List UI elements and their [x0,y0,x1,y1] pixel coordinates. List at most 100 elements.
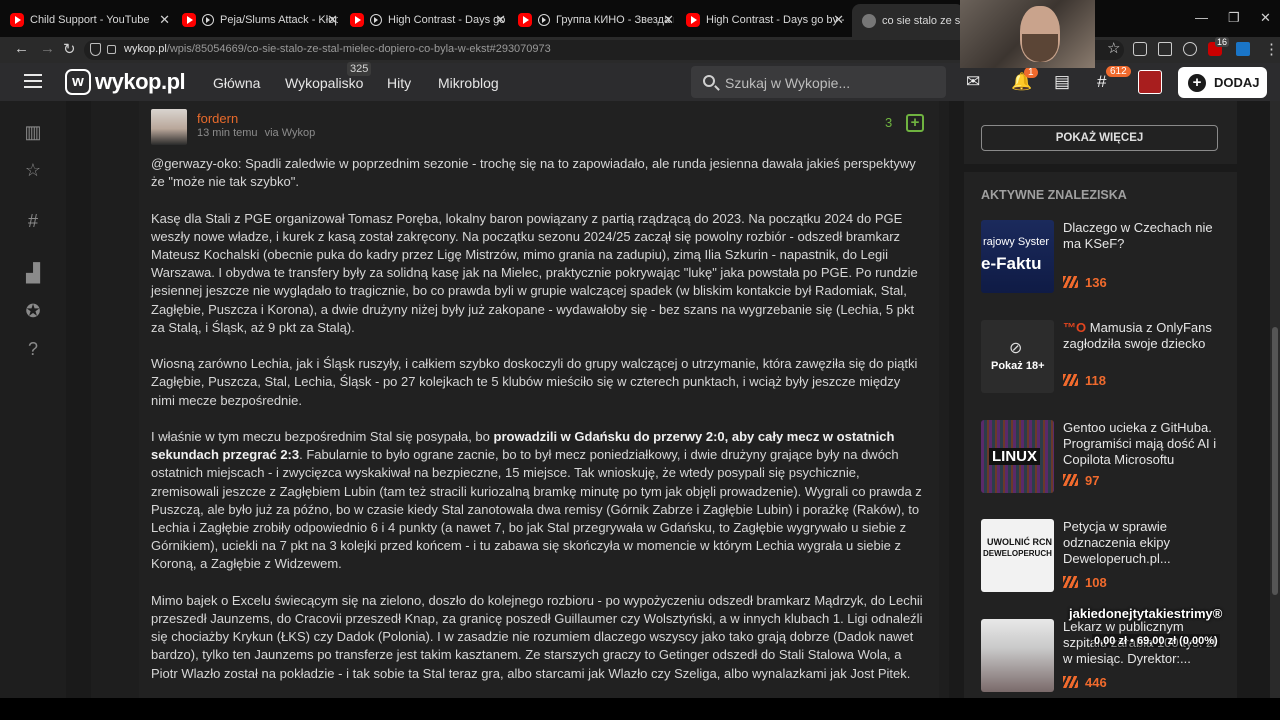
close-tab-icon[interactable]: ✕ [495,12,506,28]
find-item[interactable]: LINUX Gentoo ucieka z GitHuba. Programiś… [981,420,1221,495]
youtube-icon [182,13,196,27]
url-domain: wykop.pl [124,43,167,55]
ranking-icon[interactable]: ▟ [24,264,42,282]
find-item[interactable]: rajowy Syster e-Faktu Dlaczego w Czechac… [981,220,1221,295]
tab-youtube-4[interactable]: Группа КИНО - Звезда по ✕ [518,8,674,32]
find-votes: 136 [1063,275,1107,290]
nav-hity[interactable]: Hity [387,75,411,91]
help-icon[interactable]: ? [24,340,42,358]
extension-s-icon[interactable] [1236,42,1250,56]
post-meta: 13 min temu via Wykop [197,127,315,139]
find-title[interactable]: ™O Mamusia z OnlyFans zagłodziła swoje d… [1063,320,1223,352]
extensions-icon[interactable] [1158,42,1172,56]
find-title-text: Mamusia z OnlyFans zagłodziła swoje dzie… [1063,320,1212,351]
webcam-overlay [960,0,1095,68]
maximize-icon[interactable]: ❐ [1228,10,1240,26]
paragraph-3: Wiosną zarówno Lechia, jak i Śląsk ruszy… [151,356,918,408]
main-column: fordern 13 min temu via Wykop 3 + @gerwa… [91,101,949,698]
tab-youtube-3[interactable]: High Contrast - Days go by ✕ [350,8,506,32]
star-icon[interactable]: ☆ [24,161,42,179]
tab-label: High Contrast - Days go by [388,14,506,26]
tab-wykop-active[interactable]: co sie stalo ze stal mi [852,4,964,37]
find-item[interactable]: ⊘ Pokaż 18+ ™O Mamusia z OnlyFans zagłod… [981,320,1221,395]
notification-badge: 1 [1024,67,1038,78]
mail-icon[interactable]: ✉ [966,72,980,92]
show-more-button[interactable]: POKAŻ WIĘCEJ [981,125,1218,151]
badge-icon[interactable]: ✪ [24,302,42,320]
upvote-button[interactable]: + [906,114,924,132]
back-icon[interactable]: ← [14,40,29,57]
site-header: w wykop.pl Główna Wykopalisko 325 Hity M… [0,62,1280,101]
close-tab-icon[interactable]: ✕ [833,12,844,28]
hash-icon[interactable]: # [24,212,42,230]
page-scrollbar[interactable] [1270,101,1280,698]
search-placeholder: Szukaj w Wykopie... [725,75,851,91]
close-window-icon[interactable]: ✕ [1260,10,1271,26]
thumb-text: LINUX [989,448,1040,465]
post-body: @gerwazy-oko: Spadli zaledwie w poprzedn… [151,155,927,701]
playing-icon [202,14,214,26]
author-name[interactable]: fordern [197,111,238,126]
find-tag: ™O [1063,320,1087,335]
tab-youtube-2[interactable]: Peja/Slums Attack - Kłopot ✕ [182,8,338,32]
find-thumbnail[interactable]: rajowy Syster e-Faktu [981,220,1054,293]
menu-dots-icon[interactable]: ⋮ [1264,40,1279,58]
author-avatar[interactable] [151,109,187,145]
tab-youtube-1[interactable]: Child Support - YouTube ✕ [10,8,170,32]
tab-label: Peja/Slums Attack - Kłopot [220,14,338,26]
find-title[interactable]: Gentoo ucieka z GitHuba. Programiści maj… [1063,420,1223,468]
wykop-home-icon[interactable]: ▥ [24,123,42,141]
minimize-icon[interactable]: — [1195,10,1208,25]
find-title[interactable]: Dlaczego w Czechach nie ma KSeF? [1063,220,1223,252]
close-tab-icon[interactable]: ✕ [327,12,338,28]
nav-glowna[interactable]: Główna [213,75,260,91]
gamepad-icon[interactable] [1183,42,1197,56]
nsfw-label[interactable]: Pokaż 18+ [991,360,1045,372]
nav-wykopalisko[interactable]: Wykopalisko [285,75,363,91]
find-item[interactable]: Lekarz w publicznym szpitalu zarabia 100… [981,619,1221,694]
playing-icon [538,14,550,26]
messages-icon[interactable]: ▤ [1054,72,1070,92]
find-title[interactable]: Petycja w sprawie odznaczenia ekipy Dewe… [1063,519,1223,567]
shield-icon[interactable] [90,43,101,56]
find-votes: 108 [1063,575,1107,590]
find-thumbnail[interactable]: LINUX [981,420,1054,493]
mention-link[interactable]: @gerwazy-oko: [151,156,242,171]
lock-icon[interactable] [107,45,116,54]
reload-icon[interactable]: ↻ [63,40,76,58]
forward-icon[interactable]: → [40,40,55,57]
tab-label: Группа КИНО - Звезда по [556,14,674,26]
paragraph-text: I właśnie w tym meczu bezpośrednim Stal … [151,429,494,444]
thumb-text: UWOLNIĆ RCN [987,537,1052,547]
add-button[interactable]: + DODAJ [1178,67,1267,98]
thumb-text: e-Faktu [981,254,1042,273]
hamburger-menu-icon[interactable] [24,74,42,88]
close-tab-icon[interactable]: ✕ [663,12,674,28]
download-icon[interactable] [1133,42,1147,56]
stream-overlay-title: jakiedonejtytakiestrimy® [1069,606,1223,621]
votes-value: 108 [1085,575,1107,590]
post-time: 13 min temu [197,127,258,139]
find-item[interactable]: UWOLNIĆ RCN DEWELOPERUCH Petycja w spraw… [981,519,1221,594]
search-input[interactable]: Szukaj w Wykopie... [691,66,946,98]
votes-value: 118 [1085,373,1106,388]
tags-badge: 612 [1106,66,1131,77]
find-votes: 446 [1063,675,1107,690]
entry-post: fordern 13 min temu via Wykop 3 + @gerwa… [139,101,939,698]
plus-icon: + [1188,73,1206,92]
paragraph-1: @gerwazy-oko: Spadli zaledwie w poprzedn… [151,155,927,191]
wykop-logo[interactable]: w wykop.pl [65,68,186,96]
close-tab-icon[interactable]: ✕ [159,12,170,28]
find-thumbnail-nsfw[interactable]: ⊘ Pokaż 18+ [981,320,1054,393]
bookmark-star-icon[interactable]: ☆ [1107,39,1121,57]
paragraph-5: Mimo bajek o Excelu świecącym się na zie… [151,592,923,681]
paragraph-2: Kasę dla Stali z PGE organizował Tomasz … [151,210,918,335]
nav-mikroblog[interactable]: Mikroblog [438,75,499,91]
scrollbar-thumb[interactable] [1272,327,1278,595]
tags-hash-icon[interactable]: # [1097,72,1106,92]
find-thumbnail[interactable]: UWOLNIĆ RCN DEWELOPERUCH [981,519,1054,592]
tab-youtube-5[interactable]: High Contrast - Days go by - Yo ✕ [686,8,844,32]
url-text[interactable]: wykop.pl/wpis/85054669/co-sie-stalo-ze-s… [124,43,551,55]
find-thumbnail[interactable] [981,619,1054,692]
user-avatar[interactable] [1138,70,1162,94]
